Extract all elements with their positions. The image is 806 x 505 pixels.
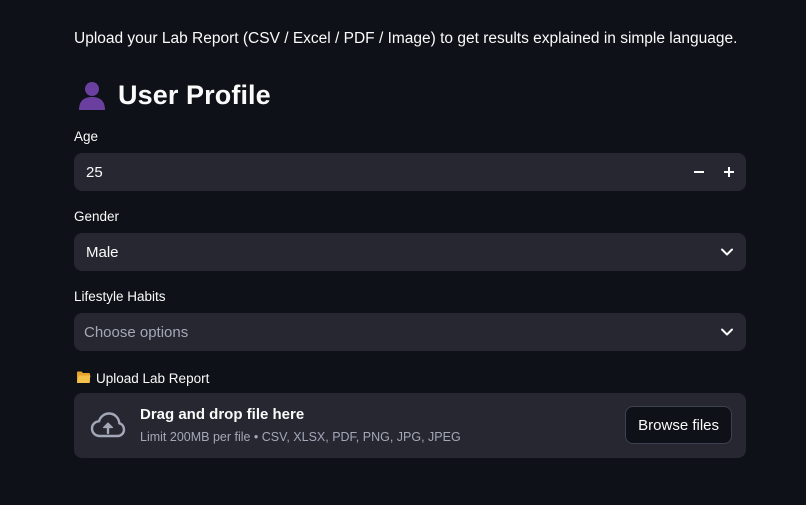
intro-text: Upload your Lab Report (CSV / Excel / PD… [74,30,738,47]
lifestyle-label: Lifestyle Habits [74,289,166,304]
chevron-down-icon[interactable] [708,313,746,351]
page: Upload your Lab Report (CSV / Excel / PD… [0,0,806,505]
browse-files-button[interactable]: Browse files [625,406,732,444]
chevron-down-icon[interactable] [708,233,746,271]
cloud-upload-icon [90,411,126,441]
dropzone-instructions: Drag and drop file here [140,406,305,423]
age-value[interactable]: 25 [74,164,684,181]
gender-selected-value: Male [86,243,119,261]
age-label: Age [74,129,99,144]
upload-label: Upload Lab Report [76,370,209,387]
user-profile-heading: User Profile [76,76,271,114]
lifestyle-placeholder: Choose options [84,323,189,341]
page-title: User Profile [118,79,271,110]
increment-button[interactable] [714,153,744,191]
minus-icon [694,171,704,173]
gender-label: Gender [74,209,120,224]
file-dropzone[interactable]: Drag and drop file here Limit 200MB per … [74,393,746,458]
plus-icon [724,167,734,177]
upload-label-text: Upload Lab Report [96,371,210,386]
gender-select[interactable]: Male [74,233,746,271]
age-number-input[interactable]: 25 [74,153,746,191]
folder-icon [76,370,91,387]
dropzone-limit-text: Limit 200MB per file • CSV, XLSX, PDF, P… [140,430,461,444]
decrement-button[interactable] [684,153,714,191]
lifestyle-multiselect[interactable]: Choose options [74,313,746,351]
person-silhouette-icon [76,79,108,111]
